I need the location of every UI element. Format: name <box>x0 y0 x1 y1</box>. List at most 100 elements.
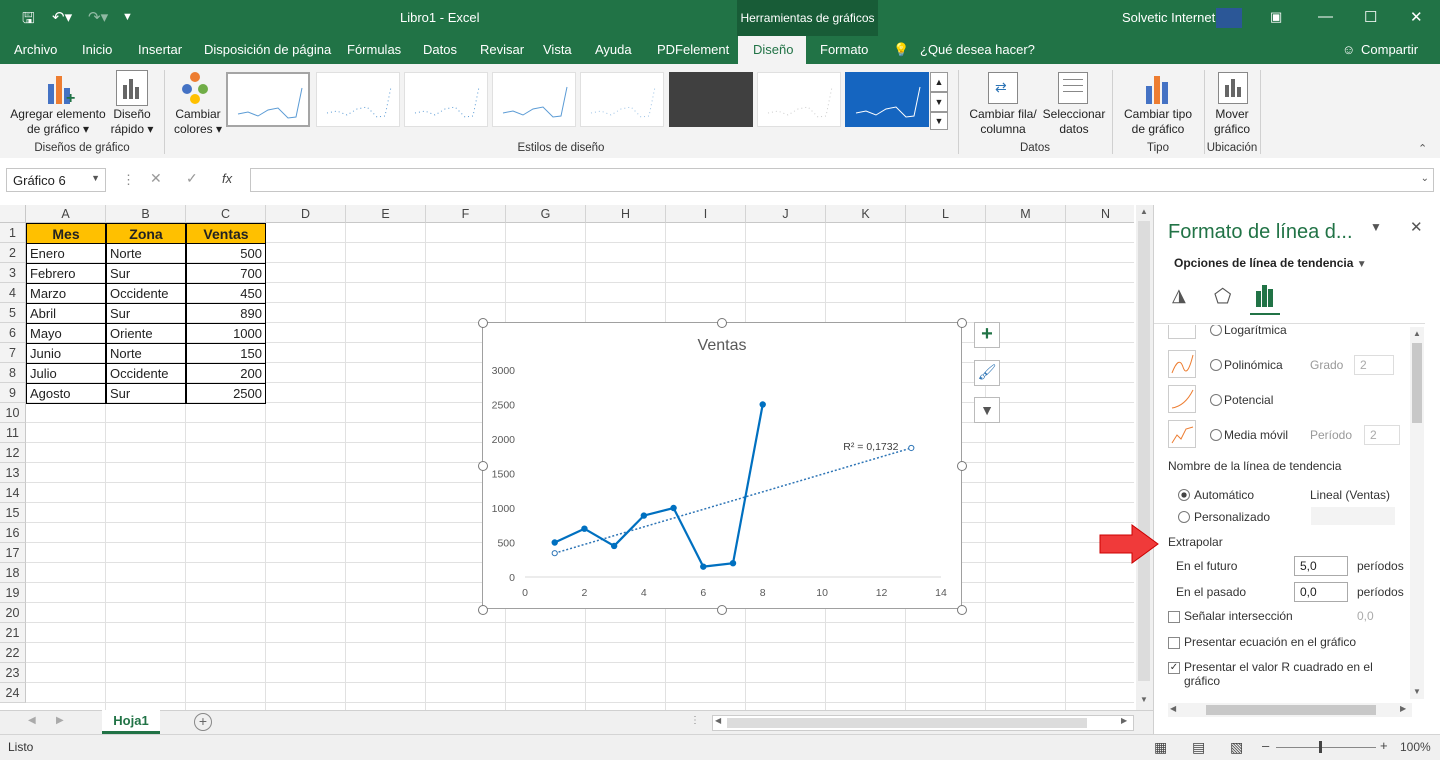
column-header-n[interactable]: N <box>1066 205 1134 223</box>
quick-layout-icon[interactable] <box>116 70 148 106</box>
custom-name-input[interactable] <box>1311 507 1395 525</box>
column-header-l[interactable]: L <box>906 205 986 223</box>
styles-more-icon[interactable]: ▼ <box>930 112 948 130</box>
table-cell[interactable]: Abril <box>26 303 106 324</box>
resize-handle[interactable] <box>478 461 488 471</box>
row-header[interactable]: 21 <box>0 623 26 643</box>
change-chart-type-button[interactable]: Cambiar tipo de gráfico <box>1116 107 1200 137</box>
tab-inicio[interactable]: Inicio <box>82 42 112 57</box>
table-cell[interactable]: 700 <box>186 263 266 284</box>
table-cell[interactable]: 450 <box>186 283 266 304</box>
ribbon-display-icon[interactable]: ▣ <box>1270 9 1282 25</box>
row-header[interactable]: 23 <box>0 663 26 683</box>
zoom-thumb[interactable] <box>1319 741 1322 753</box>
table-header-cell[interactable]: Ventas <box>186 223 266 244</box>
periodo-spinner[interactable]: 2 <box>1364 425 1400 445</box>
row-header[interactable]: 3 <box>0 263 26 283</box>
effects-icon[interactable]: ⬠ <box>1214 284 1231 309</box>
move-chart-button[interactable]: Mover gráfico <box>1206 107 1258 137</box>
trendline-options-icon[interactable] <box>1254 285 1276 307</box>
row-header[interactable]: 14 <box>0 483 26 503</box>
table-cell[interactable]: 150 <box>186 343 266 364</box>
pane-hscrollbar[interactable]: ◀ ▶ <box>1168 703 1412 717</box>
sheet-tab-hoja1[interactable]: Hoja1 <box>102 710 160 734</box>
column-header-f[interactable]: F <box>426 205 506 223</box>
horizontal-scrollbar[interactable]: ◀ ▶ <box>712 715 1134 731</box>
row-header[interactable]: 8 <box>0 363 26 383</box>
table-header-cell[interactable]: Zona <box>106 223 186 244</box>
tell-me-input[interactable]: ¿Qué desea hacer? <box>920 42 1035 57</box>
close-icon[interactable]: ✕ <box>1410 8 1423 26</box>
row-header[interactable]: 9 <box>0 383 26 403</box>
tab-revisar[interactable]: Revisar <box>480 42 524 57</box>
undo-icon[interactable]: ↶▾ <box>52 8 72 26</box>
chart[interactable]: Ventas 0 500 1000 1500 2000 2500 3000 0 2 4 6 8 10 1… <box>482 322 962 609</box>
intercept-input[interactable]: 0,0 <box>1352 607 1398 627</box>
automatic-label[interactable]: Automático <box>1194 488 1254 502</box>
name-box[interactable]: Gráfico 6 ▼ <box>6 168 106 192</box>
row-header[interactable]: 6 <box>0 323 26 343</box>
tab-formato[interactable]: Formato <box>820 42 868 57</box>
data-point[interactable] <box>551 539 558 546</box>
row-header[interactable]: 20 <box>0 603 26 623</box>
tab-archivo[interactable]: Archivo <box>14 42 57 57</box>
chart-style-4[interactable] <box>492 72 576 127</box>
column-header-d[interactable]: D <box>266 205 346 223</box>
column-header-e[interactable]: E <box>346 205 426 223</box>
next-sheet-icon[interactable]: ▶ <box>56 715 64 726</box>
fill-line-icon[interactable]: ◮ <box>1172 285 1186 306</box>
column-header-a[interactable]: A <box>26 205 106 223</box>
page-break-icon[interactable]: ▧ <box>1230 739 1243 756</box>
tab-pdfelement[interactable]: PDFelement <box>657 42 729 57</box>
data-point[interactable] <box>729 560 737 567</box>
option-polinomica[interactable]: Polinómica <box>1224 358 1283 372</box>
row-header[interactable]: 22 <box>0 643 26 663</box>
table-cell[interactable]: Occidente <box>106 363 186 384</box>
trendline-options-dropdown[interactable]: Opciones de línea de tendencia ▼ <box>1174 256 1367 270</box>
add-chart-element-button[interactable]: + <box>44 70 78 107</box>
table-cell[interactable]: 2500 <box>186 383 266 404</box>
intercept-label[interactable]: Señalar intersección <box>1184 609 1293 623</box>
data-point[interactable] <box>610 542 618 550</box>
pane-scrollbar[interactable]: ▲ ▼ <box>1410 327 1424 699</box>
table-cell[interactable]: Enero <box>26 243 106 264</box>
share-button[interactable]: Compartir <box>1361 42 1418 57</box>
table-cell[interactable]: Occidente <box>106 283 186 304</box>
custom-label[interactable]: Personalizado <box>1194 510 1270 524</box>
insert-function-button[interactable]: fx <box>222 171 232 186</box>
change-chart-type-icon[interactable] <box>1144 72 1172 104</box>
tab-split-icon[interactable]: ⋮ <box>690 715 700 726</box>
resize-handle[interactable] <box>957 461 967 471</box>
normal-view-icon[interactable]: ▦ <box>1154 739 1167 756</box>
row-header[interactable]: 4 <box>0 283 26 303</box>
intercept-checkbox[interactable] <box>1168 611 1180 623</box>
row-header[interactable]: 17 <box>0 543 26 563</box>
row-header[interactable]: 7 <box>0 343 26 363</box>
r2-label[interactable]: R² = 0,1732 <box>843 441 898 453</box>
formula-input[interactable]: ⌄ <box>250 168 1434 192</box>
resize-handle[interactable] <box>717 605 727 615</box>
user-name[interactable]: Solvetic Internet <box>1122 10 1215 25</box>
table-cell[interactable]: Agosto <box>26 383 106 404</box>
collapse-ribbon-icon[interactable]: ⌃ <box>1418 142 1427 155</box>
resize-handle[interactable] <box>478 605 488 615</box>
switch-row-column-icon[interactable]: ⇄ <box>988 72 1018 104</box>
trendline-handle[interactable] <box>908 444 915 452</box>
row-header[interactable]: 10 <box>0 403 26 423</box>
data-point[interactable] <box>670 504 677 512</box>
zoom-level[interactable]: 100% <box>1400 740 1431 754</box>
r2-checkbox[interactable]: ✓ <box>1168 662 1180 674</box>
move-chart-icon[interactable] <box>1218 72 1248 104</box>
option-media-movil[interactable]: Media móvil <box>1224 428 1288 442</box>
chart-filters-button[interactable]: ▼ <box>974 397 1000 423</box>
row-header[interactable]: 16 <box>0 523 26 543</box>
column-header-c[interactable]: C <box>186 205 266 223</box>
power-radio[interactable] <box>1210 394 1222 406</box>
row-header[interactable]: 15 <box>0 503 26 523</box>
option-potencial[interactable]: Potencial <box>1224 393 1273 407</box>
option-logaritmica[interactable]: Logarítmica <box>1224 325 1287 337</box>
moving-avg-radio[interactable] <box>1210 429 1222 441</box>
tab-vista[interactable]: Vista <box>543 42 572 57</box>
chart-style-5[interactable] <box>580 72 664 127</box>
row-header[interactable]: 13 <box>0 463 26 483</box>
